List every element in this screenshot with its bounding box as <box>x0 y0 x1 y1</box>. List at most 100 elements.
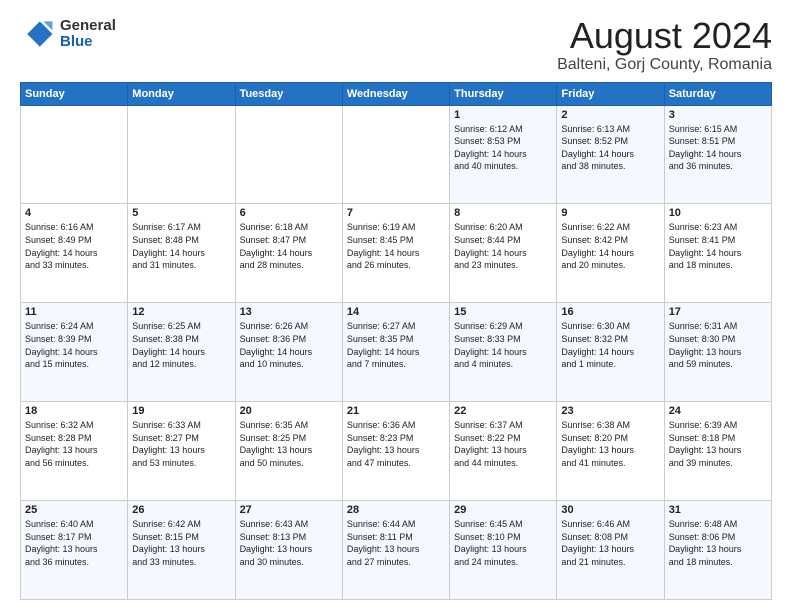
day-info: Sunrise: 6:29 AM Sunset: 8:33 PM Dayligh… <box>454 320 552 370</box>
day-number: 31 <box>669 504 767 516</box>
day-info: Sunrise: 6:17 AM Sunset: 8:48 PM Dayligh… <box>132 221 230 271</box>
day-info: Sunrise: 6:19 AM Sunset: 8:45 PM Dayligh… <box>347 221 445 271</box>
day-info: Sunrise: 6:48 AM Sunset: 8:06 PM Dayligh… <box>669 518 767 568</box>
calendar-body: 1Sunrise: 6:12 AM Sunset: 8:53 PM Daylig… <box>21 105 772 599</box>
day-info: Sunrise: 6:13 AM Sunset: 8:52 PM Dayligh… <box>561 123 659 173</box>
calendar-table: Sunday Monday Tuesday Wednesday Thursday… <box>20 82 772 600</box>
day-number: 27 <box>240 504 338 516</box>
day-cell-0-2 <box>235 105 342 204</box>
day-cell-0-3 <box>342 105 449 204</box>
day-cell-0-0 <box>21 105 128 204</box>
day-cell-2-6: 17 Sunrise: 6:31 AM Sunset: 8:30 PM Dayli… <box>664 303 771 402</box>
day-info: Sunrise: 6:42 AM Sunset: 8:15 PM Dayligh… <box>132 518 230 568</box>
day-info: Sunrise: 6:40 AM Sunset: 8:17 PM Dayligh… <box>25 518 123 568</box>
day-cell-4-3: 28 Sunrise: 6:44 AM Sunset: 8:11 PM Dayli… <box>342 501 449 600</box>
day-cell-0-4: 1Sunrise: 6:12 AM Sunset: 8:53 PM Daylig… <box>450 105 557 204</box>
day-number: 25 <box>25 504 123 516</box>
header-friday: Friday <box>557 82 664 105</box>
day-cell-2-0: 11 Sunrise: 6:24 AM Sunset: 8:39 PM Dayli… <box>21 303 128 402</box>
day-cell-1-5: 9Sunrise: 6:22 AM Sunset: 8:42 PM Daylig… <box>557 204 664 303</box>
logo-text: General Blue <box>60 18 116 51</box>
header-tuesday: Tuesday <box>235 82 342 105</box>
day-cell-2-1: 12Sunrise: 6:25 AM Sunset: 8:38 PM Dayli… <box>128 303 235 402</box>
day-number: 21 <box>347 405 445 417</box>
calendar-header: Sunday Monday Tuesday Wednesday Thursday… <box>21 82 772 105</box>
day-info: Sunrise: 6:36 AM Sunset: 8:23 PM Dayligh… <box>347 419 445 469</box>
day-number: 6 <box>240 207 338 219</box>
day-number: 8 <box>454 207 552 219</box>
day-info: Sunrise: 6:30 AM Sunset: 8:32 PM Dayligh… <box>561 320 659 370</box>
day-cell-1-0: 4 Sunrise: 6:16 AM Sunset: 8:49 PM Daylig… <box>21 204 128 303</box>
day-number: 10 <box>669 207 767 219</box>
day-cell-3-1: 19 Sunrise: 6:33 AM Sunset: 8:27 PM Dayli… <box>128 402 235 501</box>
day-number: 14 <box>347 306 445 318</box>
header-sunday: Sunday <box>21 82 128 105</box>
day-cell-4-5: 30Sunrise: 6:46 AM Sunset: 8:08 PM Dayli… <box>557 501 664 600</box>
day-info: Sunrise: 6:24 AM Sunset: 8:39 PM Dayligh… <box>25 320 123 370</box>
day-number: 5 <box>132 207 230 219</box>
day-number: 24 <box>669 405 767 417</box>
title-block: August 2024 Balteni, Gorj County, Romani… <box>557 16 772 74</box>
day-cell-1-4: 8Sunrise: 6:20 AM Sunset: 8:44 PM Daylig… <box>450 204 557 303</box>
logo-blue-text: Blue <box>60 34 116 51</box>
day-number: 16 <box>561 306 659 318</box>
day-number: 2 <box>561 109 659 121</box>
day-cell-2-2: 13 Sunrise: 6:26 AM Sunset: 8:36 PM Dayli… <box>235 303 342 402</box>
day-cell-4-4: 29Sunrise: 6:45 AM Sunset: 8:10 PM Dayli… <box>450 501 557 600</box>
day-number: 13 <box>240 306 338 318</box>
day-cell-3-3: 21 Sunrise: 6:36 AM Sunset: 8:23 PM Dayli… <box>342 402 449 501</box>
day-number: 15 <box>454 306 552 318</box>
day-cell-3-6: 24 Sunrise: 6:39 AM Sunset: 8:18 PM Dayli… <box>664 402 771 501</box>
day-number: 26 <box>132 504 230 516</box>
day-info: Sunrise: 6:37 AM Sunset: 8:22 PM Dayligh… <box>454 419 552 469</box>
day-cell-4-6: 31 Sunrise: 6:48 AM Sunset: 8:06 PM Dayli… <box>664 501 771 600</box>
day-info: Sunrise: 6:44 AM Sunset: 8:11 PM Dayligh… <box>347 518 445 568</box>
day-number: 4 <box>25 207 123 219</box>
week-row-1: 4 Sunrise: 6:16 AM Sunset: 8:49 PM Daylig… <box>21 204 772 303</box>
day-cell-1-1: 5 Sunrise: 6:17 AM Sunset: 8:48 PM Daylig… <box>128 204 235 303</box>
day-cell-0-1 <box>128 105 235 204</box>
week-row-4: 25 Sunrise: 6:40 AM Sunset: 8:17 PM Dayli… <box>21 501 772 600</box>
day-number: 18 <box>25 405 123 417</box>
day-cell-4-2: 27 Sunrise: 6:43 AM Sunset: 8:13 PM Dayli… <box>235 501 342 600</box>
day-cell-3-4: 22 Sunrise: 6:37 AM Sunset: 8:22 PM Dayli… <box>450 402 557 501</box>
logo: General Blue <box>20 16 116 52</box>
day-cell-1-3: 7Sunrise: 6:19 AM Sunset: 8:45 PM Daylig… <box>342 204 449 303</box>
week-row-3: 18 Sunrise: 6:32 AM Sunset: 8:28 PM Dayli… <box>21 402 772 501</box>
day-number: 9 <box>561 207 659 219</box>
header-monday: Monday <box>128 82 235 105</box>
day-info: Sunrise: 6:32 AM Sunset: 8:28 PM Dayligh… <box>25 419 123 469</box>
day-info: Sunrise: 6:27 AM Sunset: 8:35 PM Dayligh… <box>347 320 445 370</box>
main-title: August 2024 <box>557 16 772 56</box>
day-info: Sunrise: 6:25 AM Sunset: 8:38 PM Dayligh… <box>132 320 230 370</box>
day-info: Sunrise: 6:26 AM Sunset: 8:36 PM Dayligh… <box>240 320 338 370</box>
week-row-0: 1Sunrise: 6:12 AM Sunset: 8:53 PM Daylig… <box>21 105 772 204</box>
logo-icon <box>20 16 56 52</box>
day-number: 19 <box>132 405 230 417</box>
day-cell-1-2: 6 Sunrise: 6:18 AM Sunset: 8:47 PM Daylig… <box>235 204 342 303</box>
day-cell-2-3: 14 Sunrise: 6:27 AM Sunset: 8:35 PM Dayli… <box>342 303 449 402</box>
day-number: 17 <box>669 306 767 318</box>
day-info: Sunrise: 6:31 AM Sunset: 8:30 PM Dayligh… <box>669 320 767 370</box>
day-info: Sunrise: 6:43 AM Sunset: 8:13 PM Dayligh… <box>240 518 338 568</box>
day-info: Sunrise: 6:18 AM Sunset: 8:47 PM Dayligh… <box>240 221 338 271</box>
day-cell-2-4: 15 Sunrise: 6:29 AM Sunset: 8:33 PM Dayli… <box>450 303 557 402</box>
day-number: 28 <box>347 504 445 516</box>
header-wednesday: Wednesday <box>342 82 449 105</box>
day-number: 11 <box>25 306 123 318</box>
day-info: Sunrise: 6:39 AM Sunset: 8:18 PM Dayligh… <box>669 419 767 469</box>
day-info: Sunrise: 6:33 AM Sunset: 8:27 PM Dayligh… <box>132 419 230 469</box>
day-info: Sunrise: 6:16 AM Sunset: 8:49 PM Dayligh… <box>25 221 123 271</box>
day-cell-0-5: 2 Sunrise: 6:13 AM Sunset: 8:52 PM Daylig… <box>557 105 664 204</box>
week-row-2: 11 Sunrise: 6:24 AM Sunset: 8:39 PM Dayli… <box>21 303 772 402</box>
day-cell-3-0: 18 Sunrise: 6:32 AM Sunset: 8:28 PM Dayli… <box>21 402 128 501</box>
day-info: Sunrise: 6:46 AM Sunset: 8:08 PM Dayligh… <box>561 518 659 568</box>
header-row: Sunday Monday Tuesday Wednesday Thursday… <box>21 82 772 105</box>
header-saturday: Saturday <box>664 82 771 105</box>
header: General Blue August 2024 Balteni, Gorj C… <box>20 16 772 74</box>
day-number: 3 <box>669 109 767 121</box>
day-number: 22 <box>454 405 552 417</box>
page: General Blue August 2024 Balteni, Gorj C… <box>0 0 792 612</box>
day-info: Sunrise: 6:38 AM Sunset: 8:20 PM Dayligh… <box>561 419 659 469</box>
day-info: Sunrise: 6:45 AM Sunset: 8:10 PM Dayligh… <box>454 518 552 568</box>
